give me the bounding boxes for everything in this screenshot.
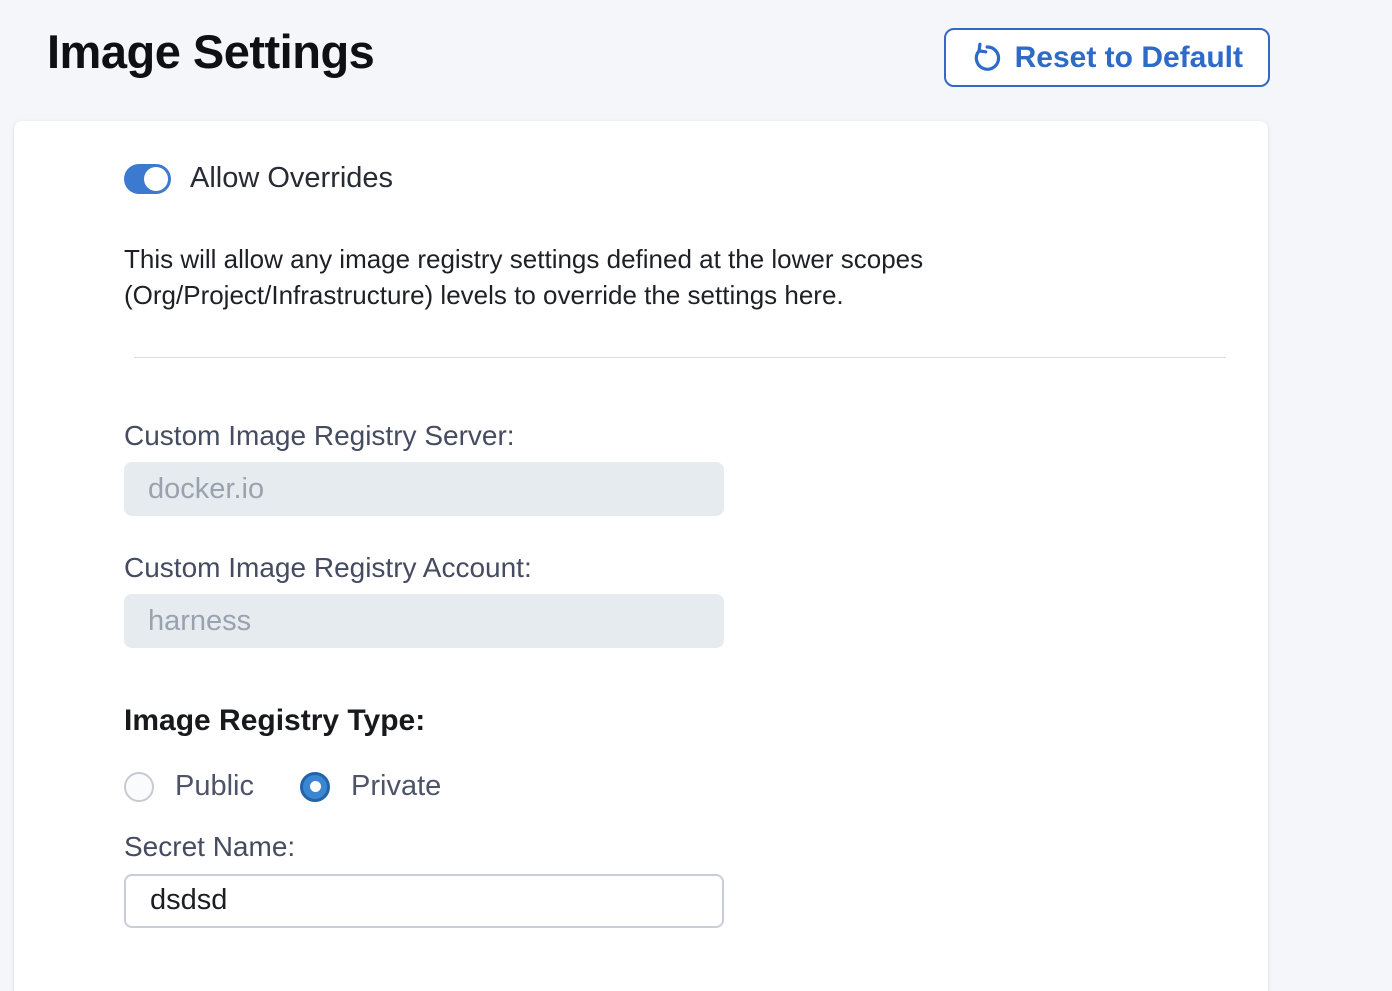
radio-public-circle xyxy=(124,772,154,802)
secret-name-label: Secret Name: xyxy=(124,831,1228,863)
allow-overrides-row: Allow Overrides xyxy=(124,162,1228,195)
radio-option-private[interactable]: Private xyxy=(300,770,441,803)
registry-server-field: Custom Image Registry Server: xyxy=(124,420,1228,516)
allow-overrides-label: Allow Overrides xyxy=(190,162,393,195)
secret-name-input[interactable] xyxy=(124,874,724,928)
page-title: Image Settings xyxy=(47,26,374,79)
registry-type-label: Image Registry Type: xyxy=(124,704,1228,738)
radio-private-label: Private xyxy=(351,770,441,803)
image-settings-card: Allow Overrides This will allow any imag… xyxy=(14,121,1268,991)
registry-account-field: Custom Image Registry Account: xyxy=(124,552,1228,648)
radio-private-circle xyxy=(300,772,330,802)
radio-option-public[interactable]: Public xyxy=(124,770,254,803)
registry-server-input xyxy=(124,462,724,516)
registry-type-radio-group: Public Private xyxy=(124,770,1228,803)
reset-icon xyxy=(971,42,1002,73)
toggle-knob xyxy=(144,167,168,191)
registry-account-input xyxy=(124,594,724,648)
registry-account-label: Custom Image Registry Account: xyxy=(124,552,1228,584)
registry-server-label: Custom Image Registry Server: xyxy=(124,420,1228,452)
radio-public-label: Public xyxy=(175,770,254,803)
allow-overrides-toggle[interactable] xyxy=(124,164,171,194)
reset-button-label: Reset to Default xyxy=(1015,41,1243,75)
overrides-description: This will allow any image registry setti… xyxy=(124,241,1228,313)
section-divider xyxy=(134,357,1226,358)
page-header: Image Settings Reset to Default xyxy=(0,0,1392,87)
reset-to-default-button[interactable]: Reset to Default xyxy=(944,28,1270,87)
